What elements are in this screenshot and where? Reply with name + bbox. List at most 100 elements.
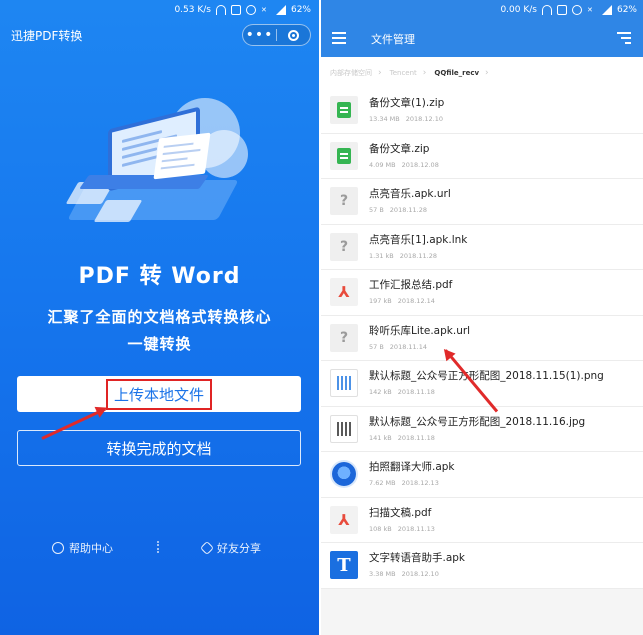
file-date: 2018.12.08 xyxy=(401,160,439,169)
upload-local-file-button[interactable]: 上传本地文件 xyxy=(17,376,301,412)
file-row[interactable]: ⅄ 扫描文稿.pdf 108 kB 2018.11.13 xyxy=(321,497,643,543)
left-phone-screen: 0.53 K/s ✕ 62% 迅捷PDF转换 ••• PDF 转 Word 汇聚… xyxy=(0,0,319,635)
file-date: 2018.11.18 xyxy=(397,433,435,442)
file-meta: 57 B 2018.11.28 xyxy=(369,206,433,214)
file-date: 2018.11.28 xyxy=(389,206,428,214)
file-date: 2018.11.28 xyxy=(399,251,437,260)
sort-icon[interactable] xyxy=(617,32,631,47)
file-name: 默认标题_公众号正方形配图_2018.11.16.jpg xyxy=(369,415,586,428)
file-meta: 197 kB 2018.12.14 xyxy=(369,297,441,305)
file-row[interactable]: ? 聆听乐库Lite.apk.url 57 B 2018.11.14 xyxy=(321,315,643,361)
file-size: 1.31 kB xyxy=(369,251,394,260)
file-row[interactable]: 备份文章.zip 4.09 MB 2018.12.08 xyxy=(321,133,643,179)
file-date: 2018.11.13 xyxy=(397,524,435,533)
footer-divider xyxy=(157,541,159,553)
file-name: 聆听乐库Lite.apk.url xyxy=(369,324,471,337)
document-icon xyxy=(153,132,211,180)
breadcrumb-current: QQfile_recv xyxy=(434,68,480,77)
file-row[interactable]: T 文字转语音助手.apk 3.38 MB 2018.12.10 xyxy=(321,543,643,589)
unknown-file-icon: ? xyxy=(330,232,358,261)
status-bar: 0.53 K/s ✕ 62% xyxy=(174,0,311,20)
right-phone-screen: 0.00 K/s ✕ 62% 文件管理 内部存储空间 › Tencent › Q… xyxy=(321,0,643,635)
converted-documents-button[interactable]: 转换完成的文档 xyxy=(17,430,301,466)
hamburger-menu-icon[interactable] xyxy=(332,32,346,47)
more-menu-button[interactable]: ••• xyxy=(243,28,276,42)
alarm-icon xyxy=(571,5,582,15)
file-meta: 3.38 MB 2018.12.10 xyxy=(369,570,445,578)
file-size: 57 B xyxy=(369,206,384,214)
share-link[interactable]: 好友分享 xyxy=(199,540,261,556)
breadcrumb-item[interactable]: Tencent xyxy=(390,69,417,77)
file-size: 197 kB xyxy=(369,297,392,305)
no-sim-icon: ✕ xyxy=(586,6,593,14)
page-title: 文件管理 xyxy=(371,33,415,46)
pdf-icon: ⅄ xyxy=(330,505,358,534)
status-bar: 0.00 K/s ✕ 62% xyxy=(500,0,637,20)
network-speed: 0.53 K/s xyxy=(174,5,211,15)
network-speed: 0.00 K/s xyxy=(500,5,537,15)
file-row[interactable]: 备份文章(1).zip 13.34 MB 2018.12.10 xyxy=(321,88,643,134)
file-size: 108 kB xyxy=(369,524,392,533)
file-date: 2018.12.13 xyxy=(401,479,439,487)
file-name: 默认标题_公众号正方形配图_2018.11.15(1).png xyxy=(369,370,604,382)
zip-icon xyxy=(330,96,358,124)
file-size: 141 kB xyxy=(369,433,392,442)
pdf-icon: ⅄ xyxy=(330,278,358,306)
file-name: 扫描文稿.pdf xyxy=(369,506,432,519)
breadcrumb-item[interactable]: 内部存储空间 xyxy=(330,68,372,78)
no-sim-icon: ✕ xyxy=(260,6,267,14)
file-date: 2018.12.10 xyxy=(401,570,439,578)
subtitle-line-1: 汇聚了全面的文档格式转换核心 xyxy=(47,308,272,326)
file-meta: 142 kB 2018.11.18 xyxy=(369,388,441,396)
vibrate-icon xyxy=(556,5,567,15)
file-row[interactable]: ? 点亮音乐[1].apk.lnk 1.31 kB 2018.11.28 xyxy=(321,224,643,270)
file-meta: 4.09 MB 2018.12.08 xyxy=(369,161,445,169)
file-size: 7.62 MB xyxy=(369,479,396,487)
file-meta: 1.31 kB 2018.11.28 xyxy=(369,252,443,260)
file-date: 2018.12.14 xyxy=(397,297,435,305)
help-center-link[interactable]: 帮助中心 xyxy=(52,540,113,556)
subtitle-line-2: 一键转换 xyxy=(127,335,192,353)
file-row[interactable]: 默认标题_公众号正方形配图_2018.11.16.jpg 141 kB 2018.1… xyxy=(321,406,643,452)
headphone-icon xyxy=(541,5,552,15)
file-meta: 57 B 2018.11.14 xyxy=(369,343,433,351)
signal-icon xyxy=(601,5,612,15)
file-size: 3.38 MB xyxy=(369,570,396,578)
image-thumb-icon xyxy=(330,414,358,443)
help-icon xyxy=(52,542,64,554)
zip-icon xyxy=(330,141,358,170)
file-name: 文字转语音助手.apk xyxy=(369,552,466,564)
file-row[interactable]: ? 点亮音乐.apk.url 57 B 2018.11.28 xyxy=(321,179,643,225)
file-name: 点亮音乐[1].apk.lnk xyxy=(369,233,468,246)
miniprogram-capsule: ••• xyxy=(242,24,311,46)
chevron-right-icon: › xyxy=(485,67,489,78)
file-size: 142 kB xyxy=(369,388,392,396)
pdf-to-word-illustration xyxy=(60,70,250,230)
file-meta: 7.62 MB 2018.12.13 xyxy=(369,479,445,487)
target-icon xyxy=(288,29,299,41)
chevron-right-icon: › xyxy=(422,67,427,78)
unknown-file-icon: ? xyxy=(330,187,358,215)
laptop-base-shape xyxy=(79,175,209,189)
file-size: 57 B xyxy=(369,342,384,351)
headline: PDF 转 Word xyxy=(78,264,241,289)
file-size: 4.09 MB xyxy=(369,160,396,169)
alarm-icon xyxy=(245,5,256,15)
signal-icon xyxy=(275,5,286,15)
close-miniprogram-button[interactable] xyxy=(277,29,310,41)
file-name: 备份文章.zip xyxy=(369,142,430,155)
help-center-label: 帮助中心 xyxy=(69,542,113,555)
unknown-file-icon: ? xyxy=(330,323,358,352)
breadcrumb: 内部存储空间 › Tencent › QQfile_recv › xyxy=(321,57,643,88)
file-meta: 13.34 MB 2018.12.10 xyxy=(369,115,449,123)
file-row[interactable]: ⅄ 工作汇报总结.pdf 197 kB 2018.12.14 xyxy=(321,270,643,316)
chevron-right-icon: › xyxy=(378,67,382,78)
file-name: 备份文章(1).zip xyxy=(369,97,445,109)
file-row[interactable]: 默认标题_公众号正方形配图_2018.11.15(1).png 142 kB 201… xyxy=(321,361,643,407)
battery-level: 62% xyxy=(616,5,637,15)
file-row[interactable]: 拍照翻译大师.apk 7.62 MB 2018.12.13 xyxy=(321,452,643,498)
upload-button-label: 上传本地文件 xyxy=(105,378,212,410)
headphone-icon xyxy=(215,5,226,15)
file-date: 2018.11.14 xyxy=(389,342,428,351)
app-title: 迅捷PDF转换 xyxy=(11,29,83,43)
